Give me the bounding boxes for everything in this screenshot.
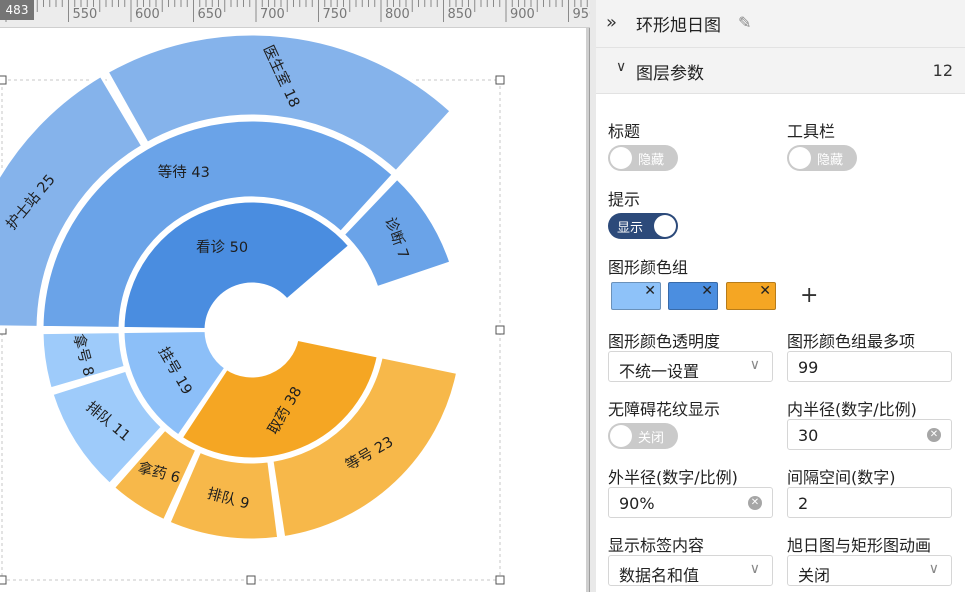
toggle-knob	[654, 215, 676, 237]
gap-label: 间隔空间(数字)	[787, 468, 896, 487]
canvas-scrollbar[interactable]	[589, 28, 590, 592]
select-value: 数据名和值	[619, 566, 700, 585]
resize-handle[interactable]	[495, 75, 505, 85]
opacity-label: 图形颜色透明度	[608, 332, 721, 351]
pattern-toggle[interactable]: 关闭	[608, 423, 678, 449]
ruler-tick-label: 900	[510, 7, 535, 22]
ruler-tick-label: 700	[260, 7, 285, 22]
toggle-text: 显示	[617, 221, 644, 236]
resize-handle[interactable]	[495, 575, 505, 585]
section-count: 12	[932, 61, 953, 80]
resize-handle[interactable]	[0, 575, 7, 585]
edit-pencil-icon[interactable]: ✎	[738, 13, 751, 32]
layer-params-section[interactable]: ∨ 图层参数 12	[596, 48, 965, 94]
ruler-tick-label: 850	[447, 7, 473, 22]
ruler-tick-label: 600	[135, 7, 160, 22]
toggle-text: 隐藏	[638, 153, 665, 168]
toggle-text: 关闭	[638, 431, 665, 446]
color-swatch-light-blue[interactable]: ✕	[611, 282, 661, 310]
animation-label: 旭日图与矩形图动画	[787, 536, 932, 555]
clear-icon[interactable]: ✕	[748, 496, 762, 510]
outer-radius-label: 外半径(数字/比例)	[608, 468, 738, 487]
color-swatch-blue[interactable]: ✕	[668, 282, 718, 310]
title-toggle[interactable]: 隐藏	[608, 145, 678, 171]
sunburst-chart[interactable]: 看诊 50等待 43护士站 25医生室 18诊断 7取药 38等号 23排队 9…	[0, 28, 590, 592]
ruler-tick-label: 550	[72, 7, 98, 22]
toggle-knob	[610, 425, 632, 447]
resize-handle[interactable]	[246, 575, 256, 585]
ruler-tick-label: 950	[572, 7, 591, 22]
toggle-knob	[610, 147, 632, 169]
inner-radius-input[interactable]: 30 ✕	[787, 419, 952, 450]
palette-label: 图形颜色组	[608, 258, 689, 277]
inner-radius-label: 内半径(数字/比例)	[787, 400, 917, 419]
sunburst-label-看诊: 看诊 50	[196, 239, 248, 256]
animation-select[interactable]: 关闭 ∨	[787, 555, 952, 586]
max-colors-input[interactable]: 99	[787, 351, 952, 382]
tooltip-toggle[interactable]: 显示	[608, 213, 678, 239]
chevron-down-icon: ∨	[749, 357, 760, 373]
ruler-tick-label: 800	[385, 7, 410, 22]
toggle-text: 隐藏	[817, 153, 844, 168]
chevron-down-icon: ∨	[928, 561, 939, 577]
remove-color-icon[interactable]: ✕	[759, 283, 771, 299]
section-title: 图层参数	[636, 64, 704, 84]
horizontal-ruler: 550 600 650 700 750 800 850 900 950 483	[0, 0, 590, 28]
resize-handle[interactable]	[495, 325, 505, 335]
resize-handle[interactable]	[0, 75, 7, 85]
design-canvas[interactable]: 看诊 50 等待 43 护士站 25 医生室 18 诊断 7 取药 38 等号 23 排队 9…	[0, 0, 590, 592]
input-value: 90%	[619, 494, 655, 513]
panel-header: » 环形旭日图 ✎	[596, 0, 965, 48]
remove-color-icon[interactable]: ✕	[644, 283, 656, 299]
title-label: 标题	[608, 122, 641, 141]
toolbar-toggle[interactable]: 隐藏	[787, 145, 857, 171]
chevron-down-icon: ∨	[749, 561, 760, 577]
ruler-tick-label: 650	[197, 7, 223, 22]
toggle-knob	[789, 147, 811, 169]
toolbar-label: 工具栏	[787, 122, 836, 141]
gap-input[interactable]: 2	[787, 487, 952, 518]
sunburst-label-等待: 等待 43	[158, 163, 210, 181]
panel-title: 环形旭日图	[636, 16, 721, 36]
collapse-panel-icon[interactable]: »	[606, 12, 617, 33]
input-value: 99	[798, 358, 819, 377]
properties-panel: » 环形旭日图 ✎ ∨ 图层参数 12 标题 隐藏 工具栏 隐藏 提示 显示 图…	[596, 0, 965, 592]
clear-icon[interactable]: ✕	[927, 428, 941, 442]
remove-color-icon[interactable]: ✕	[701, 283, 713, 299]
ruler-position-readout: 483	[0, 0, 34, 20]
input-value: 2	[798, 494, 809, 513]
select-value: 不统一设置	[619, 362, 700, 381]
tooltip-label: 提示	[608, 190, 641, 209]
color-swatch-orange[interactable]: ✕	[726, 282, 776, 310]
outer-radius-input[interactable]: 90% ✕	[608, 487, 773, 518]
add-color-icon[interactable]: +	[800, 283, 818, 308]
input-value: 30	[798, 426, 819, 445]
select-value: 关闭	[798, 566, 831, 585]
opacity-select[interactable]: 不统一设置 ∨	[608, 351, 773, 382]
ruler-tick-label: 750	[322, 7, 348, 22]
label-content-label: 显示标签内容	[608, 536, 705, 555]
label-content-select[interactable]: 数据名和值 ∨	[608, 555, 773, 586]
pattern-label: 无障碍花纹显示	[608, 400, 721, 419]
chevron-down-icon: ∨	[616, 59, 627, 75]
max-colors-label: 图形颜色组最多项	[787, 332, 916, 351]
